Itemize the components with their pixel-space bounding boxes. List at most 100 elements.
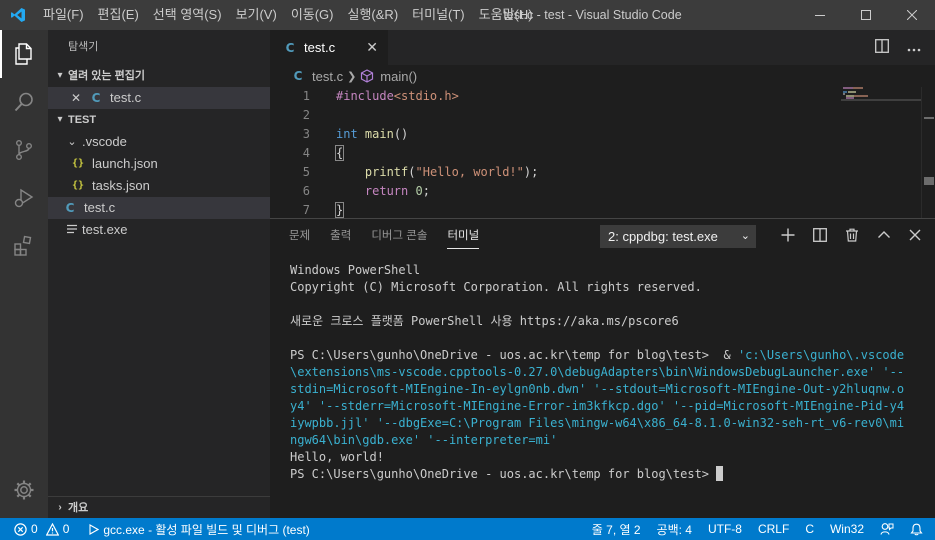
activity-run-debug[interactable] bbox=[0, 174, 48, 222]
debug-icon bbox=[14, 188, 34, 208]
tab-terminal[interactable]: 터미널 bbox=[437, 219, 489, 254]
cursor-position[interactable]: 줄 7, 열 2 bbox=[584, 521, 649, 538]
code-line: 2 bbox=[270, 106, 935, 125]
menu-view[interactable]: 보기(V) bbox=[229, 0, 284, 30]
menu-edit[interactable]: 편집(E) bbox=[91, 0, 146, 30]
status-right: 줄 7, 열 2 공백: 4 UTF-8 CRLF C Win32 bbox=[584, 521, 935, 538]
split-editor-button[interactable] bbox=[875, 39, 889, 56]
source-control-icon bbox=[15, 140, 32, 161]
menu-go[interactable]: 이동(G) bbox=[284, 0, 341, 30]
run-task-status[interactable]: gcc.exe - 활성 파일 빌드 및 디버그 (test) bbox=[84, 521, 314, 538]
menu-terminal[interactable]: 터미널(T) bbox=[405, 0, 471, 30]
terminal-prompt: PS C:\Users\gunho\OneDrive - uos.ac.kr\t… bbox=[290, 467, 717, 481]
indentation[interactable]: 공백: 4 bbox=[649, 521, 700, 538]
minimap[interactable] bbox=[841, 87, 921, 147]
file-launch-json[interactable]: {} launch.json bbox=[48, 153, 270, 175]
maximize-icon bbox=[861, 10, 871, 20]
minimize-icon bbox=[815, 15, 825, 16]
close-tab-icon[interactable]: ✕ bbox=[366, 39, 378, 56]
close-icon bbox=[909, 229, 921, 241]
chevron-down-icon: ⌄ bbox=[740, 230, 750, 242]
brace: } bbox=[334, 202, 345, 218]
bottom-panel: 문제 출력 디버그 콘솔 터미널 2: cppdbg: test.exe ⌄ W… bbox=[270, 218, 935, 518]
outline-section[interactable]: › 개요 bbox=[48, 496, 270, 518]
menu-help[interactable]: 도움말(H) bbox=[472, 0, 540, 30]
warning-icon bbox=[45, 522, 59, 536]
workspace-header[interactable]: ▾ TEST bbox=[48, 109, 270, 131]
terminal-cursor bbox=[716, 466, 724, 481]
terminal-selector[interactable]: 2: cppdbg: test.exe ⌄ bbox=[600, 225, 756, 248]
code-line: 4 { bbox=[270, 144, 935, 163]
activity-source-control[interactable] bbox=[0, 126, 48, 174]
close-panel-button[interactable] bbox=[909, 229, 921, 244]
problems-status[interactable]: 0 0 bbox=[0, 522, 74, 536]
end-of-line[interactable]: CRLF bbox=[750, 522, 797, 536]
punctuation: () bbox=[393, 127, 409, 141]
activity-search[interactable] bbox=[0, 78, 48, 126]
file-test-exe[interactable]: test.exe bbox=[48, 219, 270, 241]
file-label: tasks.json bbox=[92, 178, 150, 193]
terminal-output[interactable]: Windows PowerShell Copyright (C) Microso… bbox=[270, 254, 910, 483]
menu-run[interactable]: 실행(&R) bbox=[341, 0, 406, 30]
file-tasks-json[interactable]: {} tasks.json bbox=[48, 175, 270, 197]
folder-vscode[interactable]: ⌄ .vscode bbox=[48, 131, 270, 153]
code-line: 3 int main() bbox=[270, 125, 935, 144]
maximize-button[interactable] bbox=[843, 0, 889, 30]
editor-actions bbox=[875, 30, 921, 65]
activity-manage[interactable] bbox=[0, 466, 48, 514]
line-text bbox=[310, 106, 336, 125]
tab-problems[interactable]: 문제 bbox=[279, 219, 320, 254]
kill-terminal-button[interactable] bbox=[845, 228, 859, 245]
chevron-down-icon: ⌄ bbox=[67, 136, 77, 148]
notifications-button[interactable] bbox=[902, 523, 935, 536]
editor-scrollbar[interactable] bbox=[921, 87, 935, 218]
maximize-panel-button[interactable] bbox=[877, 228, 891, 245]
trash-icon bbox=[846, 228, 858, 242]
tab-output[interactable]: 출력 bbox=[320, 219, 361, 254]
activity-explorer[interactable] bbox=[0, 30, 48, 78]
language-mode[interactable]: C bbox=[797, 522, 822, 536]
terminal-command: 'c:\Users\gunho\.vscode\extensions\ms-vs… bbox=[290, 348, 905, 447]
minimize-button[interactable] bbox=[797, 0, 843, 30]
breadcrumb: C test.c ❯ main() bbox=[270, 65, 935, 87]
new-terminal-button[interactable] bbox=[781, 228, 795, 245]
line-text: #include<stdio.h> bbox=[310, 87, 459, 106]
open-editor-item[interactable]: ✕ C test.c bbox=[48, 87, 270, 109]
encoding[interactable]: UTF-8 bbox=[700, 522, 750, 536]
sidebar-title: 탐색기 bbox=[68, 41, 99, 53]
feedback-button[interactable] bbox=[872, 522, 902, 536]
menu-selection[interactable]: 선택 영역(S) bbox=[146, 0, 229, 30]
file-test-c[interactable]: C test.c bbox=[48, 197, 270, 219]
close-window-button[interactable] bbox=[889, 0, 935, 30]
function-name: printf bbox=[364, 165, 409, 179]
gear-icon bbox=[14, 480, 34, 500]
breadcrumb-symbol[interactable]: main() bbox=[380, 69, 417, 84]
more-actions-button[interactable] bbox=[907, 40, 921, 55]
folder-label: .vscode bbox=[82, 134, 127, 149]
menu-file[interactable]: 파일(F) bbox=[36, 0, 91, 30]
ellipsis-icon bbox=[907, 48, 921, 52]
platform[interactable]: Win32 bbox=[822, 522, 872, 536]
task-label: gcc.exe - 활성 파일 빌드 및 디버그 (test) bbox=[103, 522, 310, 537]
terminal-line: Windows PowerShell bbox=[290, 263, 421, 277]
string-literal: "Hello, world!" bbox=[415, 165, 524, 179]
line-text: return 0; bbox=[310, 182, 430, 201]
open-editors-header[interactable]: ▾ 열려 있는 편집기 bbox=[48, 65, 270, 87]
tab-test-c[interactable]: C test.c ✕ bbox=[270, 30, 388, 65]
chevron-up-icon bbox=[878, 231, 890, 238]
split-terminal-button[interactable] bbox=[813, 228, 827, 245]
file-label: launch.json bbox=[92, 156, 158, 171]
file-label: test.exe bbox=[82, 222, 128, 237]
close-editor-icon[interactable]: ✕ bbox=[68, 87, 84, 109]
title-bar: 파일(F) 편집(E) 선택 영역(S) 보기(V) 이동(G) 실행(&R) … bbox=[0, 0, 935, 30]
code-editor[interactable]: 1 #include<stdio.h> 2 3 int main() 4 { 5… bbox=[270, 87, 935, 220]
preprocessor-directive: #include bbox=[336, 89, 394, 103]
chevron-down-icon: ▾ bbox=[57, 114, 63, 125]
terminal-selector-value: 2: cppdbg: test.exe bbox=[608, 229, 718, 244]
tab-debug-console[interactable]: 디버그 콘솔 bbox=[361, 219, 437, 254]
c-file-icon: C bbox=[293, 69, 303, 83]
brace: { bbox=[334, 145, 345, 161]
function-name: main bbox=[364, 127, 394, 141]
activity-extensions[interactable] bbox=[0, 222, 48, 270]
breadcrumb-file[interactable]: test.c bbox=[312, 69, 343, 84]
